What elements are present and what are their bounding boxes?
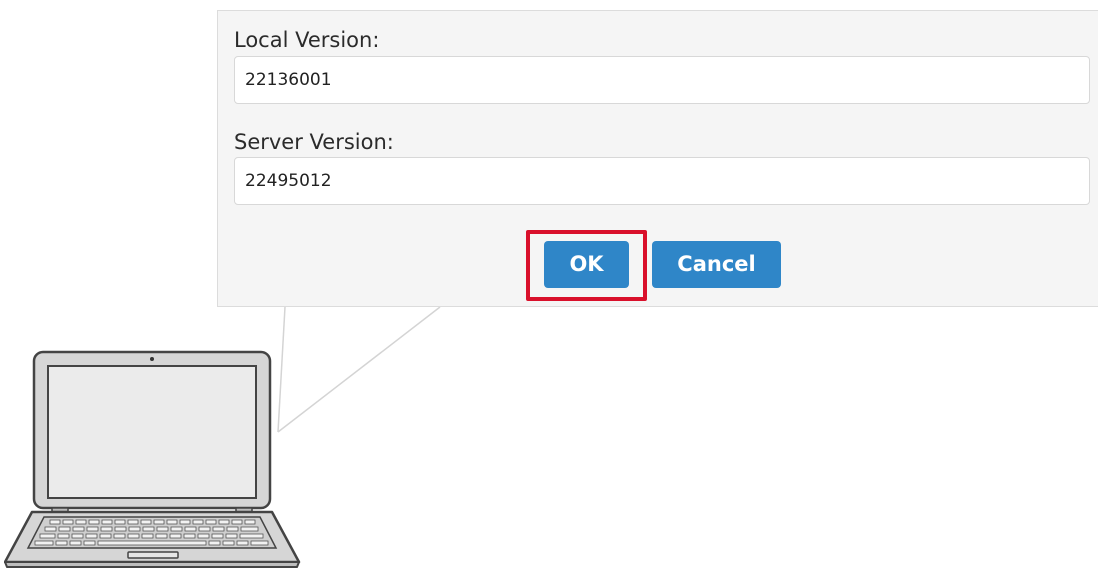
local-version-field[interactable]: [234, 56, 1090, 104]
cancel-button[interactable]: Cancel: [652, 241, 781, 288]
server-version-label: Server Version:: [234, 130, 394, 154]
server-version-field[interactable]: [234, 157, 1090, 205]
illustration: Local Version: Server Version: OK Cancel: [0, 0, 1098, 569]
ok-button[interactable]: OK: [544, 241, 629, 288]
laptop-icon: [4, 350, 301, 568]
local-version-label: Local Version:: [234, 28, 380, 52]
version-dialog: Local Version: Server Version: OK Cancel: [217, 10, 1098, 307]
